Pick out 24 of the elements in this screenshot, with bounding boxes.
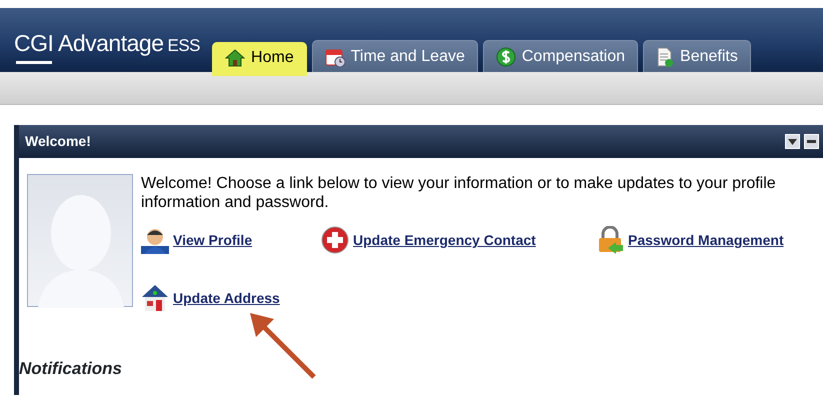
document-icon — [656, 46, 674, 66]
nav-tab[interactable]: Compensation — [482, 40, 638, 72]
calendar-clock-icon — [324, 46, 345, 66]
arrow-annotation — [250, 313, 316, 379]
padlock-icon — [596, 226, 624, 254]
minimize-icon — [807, 140, 816, 143]
collapse-button[interactable] — [785, 134, 800, 149]
profile-link[interactable]: View Profile — [173, 230, 252, 251]
nav-tab[interactable]: Time and Leave — [312, 40, 478, 72]
first-aid-icon — [321, 226, 349, 254]
house-icon — [141, 284, 169, 312]
panel-title: Welcome! — [25, 132, 91, 151]
nav-tab[interactable]: Benefits — [643, 40, 751, 72]
profile-link[interactable]: Update Emergency Contact — [353, 230, 536, 251]
dollar-coin-icon — [496, 46, 516, 66]
intro-text: Welcome! Choose a link below to view your information or to make updates to your profile information and password. — [141, 174, 777, 212]
person-icon — [141, 226, 169, 254]
profile-link[interactable]: Update Address — [173, 288, 280, 309]
house-icon — [225, 48, 246, 66]
caret-icon — [788, 138, 797, 144]
minimize-button[interactable] — [804, 134, 819, 149]
profile-link[interactable]: Password Management — [628, 230, 784, 251]
app-logo: CGI Advantage ESS — [14, 30, 200, 64]
section-heading: Notifications — [19, 358, 123, 380]
